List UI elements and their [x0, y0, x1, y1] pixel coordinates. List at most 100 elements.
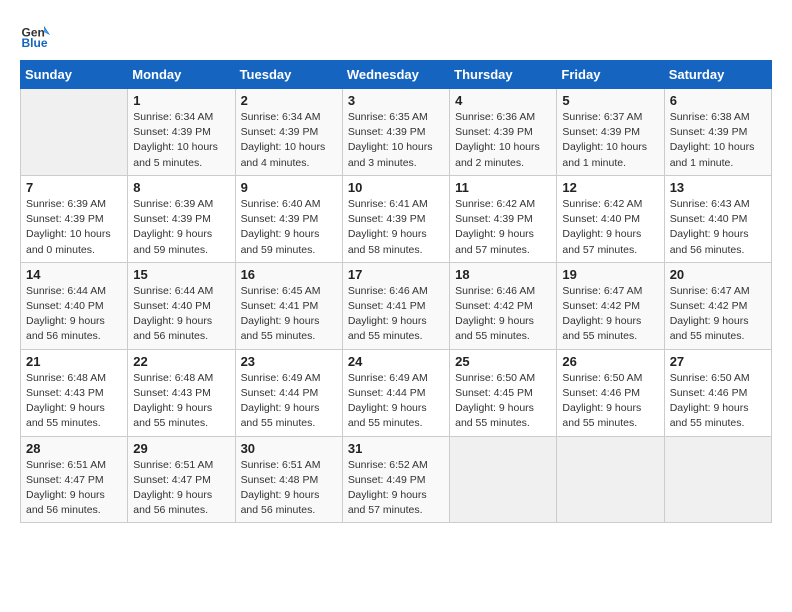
calendar-cell: 1 Sunrise: 6:34 AMSunset: 4:39 PMDaylight… [128, 89, 235, 176]
day-info: Sunrise: 6:51 AMSunset: 4:48 PMDaylight:… [241, 458, 337, 519]
day-number: 28 [26, 441, 122, 456]
day-number: 15 [133, 267, 229, 282]
weekday-header-saturday: Saturday [664, 61, 771, 89]
day-info: Sunrise: 6:44 AMSunset: 4:40 PMDaylight:… [26, 284, 122, 345]
calendar-cell: 14 Sunrise: 6:44 AMSunset: 4:40 PMDayligh… [21, 262, 128, 349]
day-number: 21 [26, 354, 122, 369]
week-row-3: 14 Sunrise: 6:44 AMSunset: 4:40 PMDayligh… [21, 262, 772, 349]
logo-icon: Gen Blue [20, 20, 50, 50]
day-info: Sunrise: 6:50 AMSunset: 4:45 PMDaylight:… [455, 371, 551, 432]
day-info: Sunrise: 6:50 AMSunset: 4:46 PMDaylight:… [562, 371, 658, 432]
day-number: 7 [26, 180, 122, 195]
svg-text:Blue: Blue [22, 36, 48, 50]
calendar-cell: 12 Sunrise: 6:42 AMSunset: 4:40 PMDayligh… [557, 175, 664, 262]
day-info: Sunrise: 6:49 AMSunset: 4:44 PMDaylight:… [241, 371, 337, 432]
day-info: Sunrise: 6:50 AMSunset: 4:46 PMDaylight:… [670, 371, 766, 432]
day-info: Sunrise: 6:47 AMSunset: 4:42 PMDaylight:… [562, 284, 658, 345]
day-info: Sunrise: 6:36 AMSunset: 4:39 PMDaylight:… [455, 110, 551, 171]
day-number: 27 [670, 354, 766, 369]
calendar-cell [21, 89, 128, 176]
day-info: Sunrise: 6:35 AMSunset: 4:39 PMDaylight:… [348, 110, 444, 171]
calendar-cell: 31Sunrise: 6:52 AMSunset: 4:49 PMDayligh… [342, 436, 449, 523]
day-number: 18 [455, 267, 551, 282]
calendar-cell: 8 Sunrise: 6:39 AMSunset: 4:39 PMDaylight… [128, 175, 235, 262]
calendar-cell: 22Sunrise: 6:48 AMSunset: 4:43 PMDayligh… [128, 349, 235, 436]
day-number: 17 [348, 267, 444, 282]
day-number: 1 [133, 93, 229, 108]
weekday-header-wednesday: Wednesday [342, 61, 449, 89]
calendar-body: 1 Sunrise: 6:34 AMSunset: 4:39 PMDaylight… [21, 89, 772, 523]
day-number: 29 [133, 441, 229, 456]
week-row-2: 7 Sunrise: 6:39 AMSunset: 4:39 PMDaylight… [21, 175, 772, 262]
day-info: Sunrise: 6:43 AMSunset: 4:40 PMDaylight:… [670, 197, 766, 258]
day-number: 24 [348, 354, 444, 369]
day-number: 2 [241, 93, 337, 108]
weekday-header-thursday: Thursday [450, 61, 557, 89]
day-info: Sunrise: 6:46 AMSunset: 4:41 PMDaylight:… [348, 284, 444, 345]
calendar-cell: 23Sunrise: 6:49 AMSunset: 4:44 PMDayligh… [235, 349, 342, 436]
calendar-cell: 2 Sunrise: 6:34 AMSunset: 4:39 PMDaylight… [235, 89, 342, 176]
day-info: Sunrise: 6:34 AMSunset: 4:39 PMDaylight:… [241, 110, 337, 171]
calendar-cell: 10 Sunrise: 6:41 AMSunset: 4:39 PMDayligh… [342, 175, 449, 262]
calendar-cell: 4Sunrise: 6:36 AMSunset: 4:39 PMDaylight… [450, 89, 557, 176]
calendar-cell: 27 Sunrise: 6:50 AMSunset: 4:46 PMDayligh… [664, 349, 771, 436]
week-row-5: 28 Sunrise: 6:51 AMSunset: 4:47 PMDayligh… [21, 436, 772, 523]
calendar-cell: 28Sunrise: 6:51 AMSunset: 4:47 PMDayligh… [21, 436, 128, 523]
calendar-cell: 11Sunrise: 6:42 AMSunset: 4:39 PMDayligh… [450, 175, 557, 262]
calendar-cell: 5Sunrise: 6:37 AMSunset: 4:39 PMDaylight… [557, 89, 664, 176]
day-number: 12 [562, 180, 658, 195]
day-info: Sunrise: 6:49 AMSunset: 4:44 PMDaylight:… [348, 371, 444, 432]
calendar-cell: 21 Sunrise: 6:48 AMSunset: 4:43 PMDayligh… [21, 349, 128, 436]
header: Gen Blue [20, 20, 772, 50]
day-info: Sunrise: 6:47 AMSunset: 4:42 PMDaylight:… [670, 284, 766, 345]
calendar-header: SundayMondayTuesdayWednesdayThursdayFrid… [21, 61, 772, 89]
day-number: 9 [241, 180, 337, 195]
week-row-1: 1 Sunrise: 6:34 AMSunset: 4:39 PMDaylight… [21, 89, 772, 176]
day-number: 20 [670, 267, 766, 282]
day-number: 10 [348, 180, 444, 195]
day-number: 22 [133, 354, 229, 369]
day-number: 8 [133, 180, 229, 195]
day-info: Sunrise: 6:44 AMSunset: 4:40 PMDaylight:… [133, 284, 229, 345]
weekday-header-friday: Friday [557, 61, 664, 89]
day-number: 6 [670, 93, 766, 108]
day-number: 11 [455, 180, 551, 195]
day-number: 19 [562, 267, 658, 282]
calendar-cell: 17 Sunrise: 6:46 AMSunset: 4:41 PMDayligh… [342, 262, 449, 349]
calendar-cell: 13 Sunrise: 6:43 AMSunset: 4:40 PMDayligh… [664, 175, 771, 262]
calendar-cell: 3Sunrise: 6:35 AMSunset: 4:39 PMDaylight… [342, 89, 449, 176]
day-number: 30 [241, 441, 337, 456]
day-number: 13 [670, 180, 766, 195]
calendar-cell: 19 Sunrise: 6:47 AMSunset: 4:42 PMDayligh… [557, 262, 664, 349]
day-info: Sunrise: 6:48 AMSunset: 4:43 PMDaylight:… [26, 371, 122, 432]
calendar-cell: 15 Sunrise: 6:44 AMSunset: 4:40 PMDayligh… [128, 262, 235, 349]
day-info: Sunrise: 6:34 AMSunset: 4:39 PMDaylight:… [133, 110, 229, 171]
day-info: Sunrise: 6:52 AMSunset: 4:49 PMDaylight:… [348, 458, 444, 519]
day-info: Sunrise: 6:40 AMSunset: 4:39 PMDaylight:… [241, 197, 337, 258]
calendar-cell [450, 436, 557, 523]
day-info: Sunrise: 6:41 AMSunset: 4:39 PMDaylight:… [348, 197, 444, 258]
calendar-cell: 30 Sunrise: 6:51 AMSunset: 4:48 PMDayligh… [235, 436, 342, 523]
day-info: Sunrise: 6:45 AMSunset: 4:41 PMDaylight:… [241, 284, 337, 345]
day-info: Sunrise: 6:39 AMSunset: 4:39 PMDaylight:… [133, 197, 229, 258]
day-info: Sunrise: 6:42 AMSunset: 4:40 PMDaylight:… [562, 197, 658, 258]
day-info: Sunrise: 6:38 AMSunset: 4:39 PMDaylight:… [670, 110, 766, 171]
calendar-cell: 24 Sunrise: 6:49 AMSunset: 4:44 PMDayligh… [342, 349, 449, 436]
weekday-header-monday: Monday [128, 61, 235, 89]
weekday-header-sunday: Sunday [21, 61, 128, 89]
day-number: 25 [455, 354, 551, 369]
calendar-cell: 25 Sunrise: 6:50 AMSunset: 4:45 PMDayligh… [450, 349, 557, 436]
calendar-cell: 16 Sunrise: 6:45 AMSunset: 4:41 PMDayligh… [235, 262, 342, 349]
weekday-header-tuesday: Tuesday [235, 61, 342, 89]
calendar-cell [664, 436, 771, 523]
day-info: Sunrise: 6:37 AMSunset: 4:39 PMDaylight:… [562, 110, 658, 171]
day-number: 26 [562, 354, 658, 369]
calendar-table: SundayMondayTuesdayWednesdayThursdayFrid… [20, 60, 772, 523]
day-info: Sunrise: 6:51 AMSunset: 4:47 PMDaylight:… [133, 458, 229, 519]
calendar-cell [557, 436, 664, 523]
day-number: 14 [26, 267, 122, 282]
day-number: 16 [241, 267, 337, 282]
calendar-cell: 18Sunrise: 6:46 AMSunset: 4:42 PMDayligh… [450, 262, 557, 349]
logo: Gen Blue [20, 20, 52, 50]
week-row-4: 21 Sunrise: 6:48 AMSunset: 4:43 PMDayligh… [21, 349, 772, 436]
